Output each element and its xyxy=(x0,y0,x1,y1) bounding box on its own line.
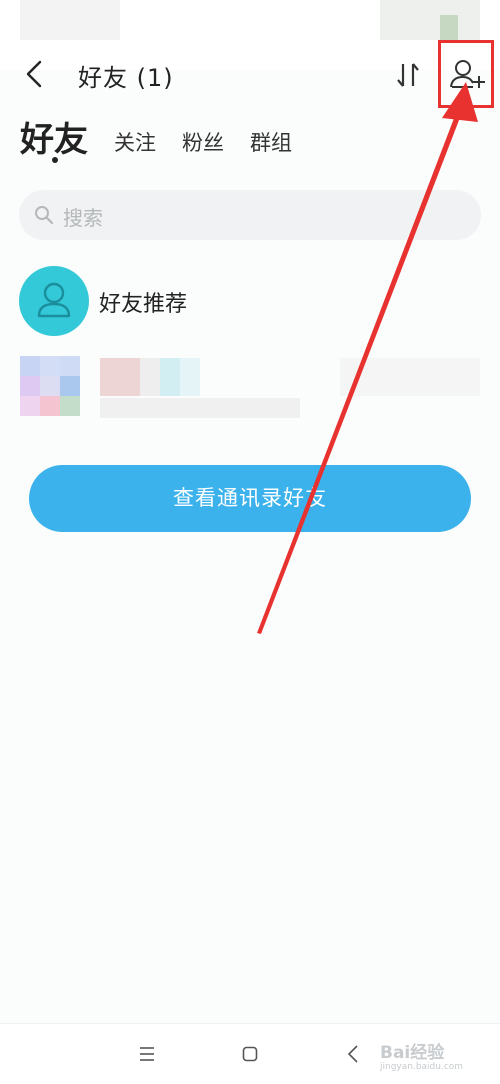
page-title: 好友 (1) xyxy=(78,64,174,92)
sort-button[interactable] xyxy=(394,60,422,90)
home-icon[interactable] xyxy=(242,1046,258,1062)
blurred-subtitle xyxy=(100,398,300,418)
friend-recommend-label: 好友推荐 xyxy=(99,292,188,317)
blurred-pixel xyxy=(60,376,80,396)
search-placeholder: 搜索 xyxy=(63,206,103,230)
tab-fans[interactable]: 粉丝 xyxy=(182,127,224,157)
blurred-pixel xyxy=(40,396,60,416)
blurred-pixel xyxy=(40,356,60,376)
blurred-right xyxy=(340,358,480,396)
watermark-logo: Bai经验 xyxy=(380,1043,445,1063)
tab-following[interactable]: 关注 xyxy=(114,127,156,157)
blurred-pixel xyxy=(40,376,60,396)
blurred-pixel xyxy=(20,356,40,376)
search-icon xyxy=(35,206,54,225)
person-icon xyxy=(37,282,71,318)
avatar xyxy=(19,266,89,336)
tab-groups[interactable]: 群组 xyxy=(250,127,292,157)
blurred-name xyxy=(160,358,180,396)
watermark-url: jingyan.baidu.com xyxy=(380,1062,464,1072)
header: 好友 (1) xyxy=(0,40,500,110)
sort-icon xyxy=(397,63,419,87)
search-input[interactable]: 搜索 xyxy=(19,190,481,240)
menu-icon[interactable] xyxy=(138,1046,156,1062)
highlight-box xyxy=(438,40,494,108)
tab-friends[interactable]: 好友 xyxy=(20,112,88,161)
blurred-battery xyxy=(440,15,458,40)
blurred-pixel xyxy=(60,396,80,416)
view-contacts-friends-button[interactable]: 查看通讯录好友 xyxy=(29,465,471,532)
blurred-name xyxy=(100,358,140,396)
blurred-status-right xyxy=(380,0,480,40)
blurred-pixel xyxy=(20,396,40,416)
blurred-pixel xyxy=(60,356,80,376)
chevron-left-icon xyxy=(26,60,42,88)
blurred-status-left xyxy=(20,0,120,40)
back-button[interactable] xyxy=(20,56,48,92)
annotation-arrow xyxy=(257,82,478,634)
back-nav-icon[interactable] xyxy=(346,1044,360,1064)
active-tab-indicator xyxy=(52,157,58,163)
blurred-name xyxy=(140,358,160,396)
blurred-name xyxy=(180,358,200,396)
list-item[interactable] xyxy=(0,356,500,436)
blurred-pixel xyxy=(20,376,40,396)
